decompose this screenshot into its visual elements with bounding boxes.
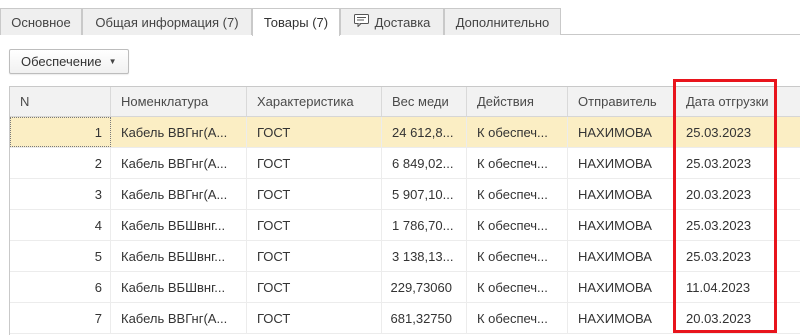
tab-additional-label: Дополнительно: [455, 14, 550, 30]
cell-copper-weight: 3 138,13...: [382, 241, 467, 271]
cell-sender: НАХИМОВА: [568, 148, 676, 178]
cell-n: 5: [10, 241, 111, 271]
header-actions[interactable]: Действия: [467, 87, 568, 116]
header-n[interactable]: N: [10, 87, 111, 116]
goods-table: N Номенклатура Характеристика Вес меди Д…: [9, 86, 800, 335]
cell-ship-date: 25.03.2023: [676, 210, 800, 240]
cell-copper-weight: 1 786,70...: [382, 210, 467, 240]
cell-n: 3: [10, 179, 111, 209]
tab-goods[interactable]: Товары (7): [252, 8, 340, 36]
cell-copper-weight: 681,32750: [382, 303, 467, 333]
cell-n: 2: [10, 148, 111, 178]
cell-characteristic: ГОСТ: [247, 303, 382, 333]
cell-sender: НАХИМОВА: [568, 179, 676, 209]
table-row[interactable]: 4 Кабель ВБШвнг... ГОСТ 1 786,70... К об…: [10, 210, 800, 241]
cell-characteristic: ГОСТ: [247, 272, 382, 302]
comment-icon: [353, 14, 369, 30]
cell-characteristic: ГОСТ: [247, 117, 382, 147]
cell-nomenclature: Кабель ВВГнг(А...: [111, 179, 247, 209]
cell-ship-date: 20.03.2023: [676, 179, 800, 209]
cell-sender: НАХИМОВА: [568, 272, 676, 302]
header-sender[interactable]: Отправитель: [568, 87, 676, 116]
cell-copper-weight: 6 849,02...: [382, 148, 467, 178]
cell-sender: НАХИМОВА: [568, 117, 676, 147]
table-row[interactable]: 7 Кабель ВВГнг(А... ГОСТ 681,32750 К обе…: [10, 303, 800, 334]
cell-actions: К обеспеч...: [467, 117, 568, 147]
cell-characteristic: ГОСТ: [247, 179, 382, 209]
cell-actions: К обеспеч...: [467, 179, 568, 209]
cell-ship-date: 20.03.2023: [676, 303, 800, 333]
tab-general-info[interactable]: Общая информация (7): [82, 8, 252, 35]
cell-nomenclature: Кабель ВВГнг(А...: [111, 148, 247, 178]
table-row[interactable]: 6 Кабель ВБШвнг... ГОСТ 229,73060 К обес…: [10, 272, 800, 303]
supply-button-label: Обеспечение: [21, 54, 102, 69]
tab-goods-label: Товары (7): [263, 15, 329, 30]
tab-additional[interactable]: Дополнительно: [444, 8, 561, 35]
table-row[interactable]: 3 Кабель ВВГнг(А... ГОСТ 5 907,10... К о…: [10, 179, 800, 210]
cell-nomenclature: Кабель ВВГнг(А...: [111, 117, 247, 147]
cell-ship-date: 11.04.2023: [676, 272, 800, 302]
cell-actions: К обеспеч...: [467, 148, 568, 178]
cell-n: 4: [10, 210, 111, 240]
tab-main[interactable]: Основное: [0, 8, 82, 35]
cell-actions: К обеспеч...: [467, 241, 568, 271]
cell-characteristic: ГОСТ: [247, 148, 382, 178]
cell-nomenclature: Кабель ВБШвнг...: [111, 272, 247, 302]
cell-n: 6: [10, 272, 111, 302]
cell-nomenclature: Кабель ВБШвнг...: [111, 241, 247, 271]
cell-ship-date: 25.03.2023: [676, 241, 800, 271]
header-ship-date[interactable]: Дата отгрузки: [676, 87, 800, 116]
cell-nomenclature: Кабель ВБШвнг...: [111, 210, 247, 240]
cell-ship-date: 25.03.2023: [676, 148, 800, 178]
cell-characteristic: ГОСТ: [247, 210, 382, 240]
chevron-down-icon: ▼: [108, 57, 117, 66]
header-characteristic[interactable]: Характеристика: [247, 87, 382, 116]
header-copper-weight[interactable]: Вес меди: [382, 87, 467, 116]
cell-actions: К обеспеч...: [467, 210, 568, 240]
table-row[interactable]: 5 Кабель ВБШвнг... ГОСТ 3 138,13... К об…: [10, 241, 800, 272]
table-header: N Номенклатура Характеристика Вес меди Д…: [10, 87, 800, 117]
cell-actions: К обеспеч...: [467, 303, 568, 333]
cell-copper-weight: 5 907,10...: [382, 179, 467, 209]
tab-general-info-label: Общая информация (7): [95, 14, 239, 30]
cell-sender: НАХИМОВА: [568, 303, 676, 333]
tab-delivery-label: Доставка: [374, 14, 431, 30]
tab-delivery[interactable]: Доставка: [340, 8, 444, 35]
cell-n: 1: [10, 117, 111, 147]
tab-bar: Основное Общая информация (7) Товары (7)…: [0, 0, 800, 36]
header-nomenclature[interactable]: Номенклатура: [111, 87, 247, 116]
table-row[interactable]: 2 Кабель ВВГнг(А... ГОСТ 6 849,02... К о…: [10, 148, 800, 179]
cell-actions: К обеспеч...: [467, 272, 568, 302]
supply-dropdown-button[interactable]: Обеспечение ▼: [9, 49, 129, 74]
cell-characteristic: ГОСТ: [247, 241, 382, 271]
cell-nomenclature: Кабель ВВГнг(А...: [111, 303, 247, 333]
cell-sender: НАХИМОВА: [568, 241, 676, 271]
cell-copper-weight: 24 612,8...: [382, 117, 467, 147]
tab-main-label: Основное: [11, 14, 71, 30]
table-row[interactable]: 1 Кабель ВВГнг(А... ГОСТ 24 612,8... К о…: [10, 117, 800, 148]
cell-n: 7: [10, 303, 111, 333]
cell-sender: НАХИМОВА: [568, 210, 676, 240]
cell-ship-date: 25.03.2023: [676, 117, 800, 147]
cell-copper-weight: 229,73060: [382, 272, 467, 302]
